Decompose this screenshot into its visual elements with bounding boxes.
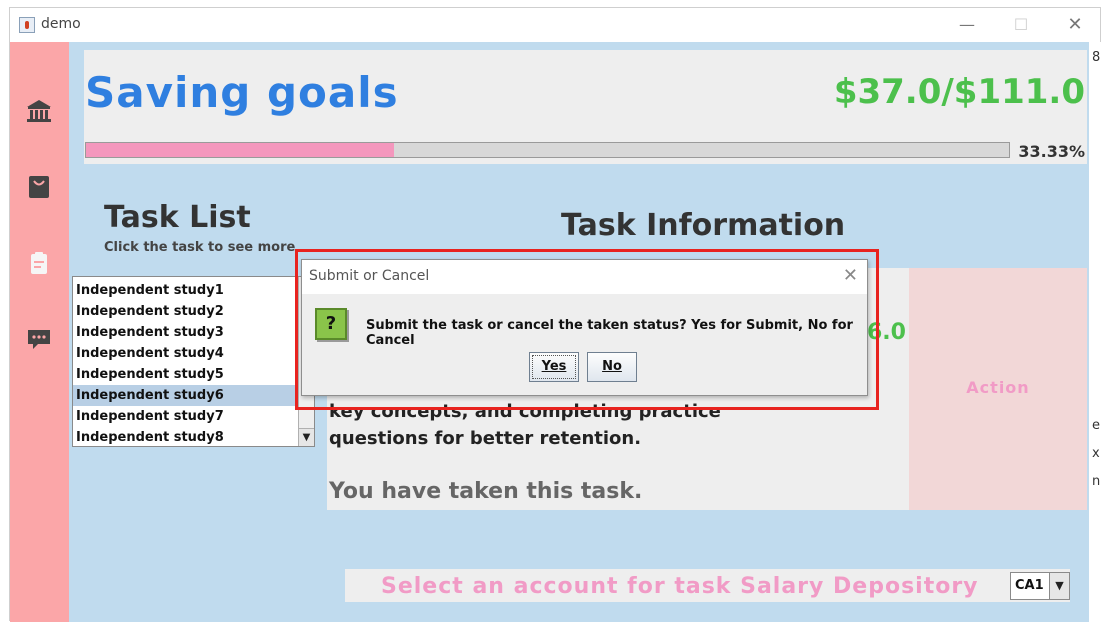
task-list-subtitle: Click the task to see more xyxy=(104,240,296,255)
sidebar-item-bank[interactable] xyxy=(24,96,54,126)
saving-percent: 33.33% xyxy=(1018,142,1085,161)
clipboard-icon xyxy=(31,252,47,274)
task-info-title: Task Information xyxy=(561,208,846,243)
list-item-selected[interactable]: Independent study6 xyxy=(73,385,299,406)
saving-goals-panel: Saving goals $37.0/$111.0 33.33% xyxy=(84,50,1087,164)
minimize-button[interactable]: — xyxy=(952,13,982,37)
sidebar-item-messages[interactable] xyxy=(24,324,54,354)
chevron-down-icon[interactable]: ▼ xyxy=(1049,573,1069,599)
close-window-button[interactable]: ✕ xyxy=(1060,13,1090,37)
list-item[interactable]: Independent study8 xyxy=(73,427,299,448)
sidebar xyxy=(10,42,69,622)
task-list-title: Task List xyxy=(104,200,251,235)
task-list[interactable]: Independent study1 Independent study2 In… xyxy=(72,276,315,447)
background-window-edge: 8 e x n xyxy=(1089,42,1102,622)
highlight-annotation xyxy=(295,249,879,410)
chat-icon xyxy=(28,330,50,349)
list-item[interactable]: Independent study4 xyxy=(73,343,299,364)
saving-amount: $37.0/$111.0 xyxy=(833,72,1085,112)
saving-progress-fill xyxy=(86,143,394,157)
account-bar: Select an account for task Salary Deposi… xyxy=(345,569,1070,602)
sidebar-item-tasks[interactable] xyxy=(24,248,54,278)
action-button[interactable]: Action xyxy=(909,268,1087,510)
bank-icon xyxy=(27,100,51,122)
maximize-button[interactable]: ☐ xyxy=(1006,13,1036,37)
account-selected-value: CA1 xyxy=(1015,578,1044,593)
sidebar-item-shopping[interactable] xyxy=(24,172,54,202)
saving-goals-title: Saving goals xyxy=(85,68,399,117)
title-bar[interactable]: demo — ☐ ✕ xyxy=(10,8,1100,42)
account-select-label: Select an account for task Salary Deposi… xyxy=(381,574,979,599)
list-item[interactable]: Independent study3 xyxy=(73,322,299,343)
list-item[interactable]: Independent study5 xyxy=(73,364,299,385)
shopping-bag-icon xyxy=(29,176,49,198)
scroll-down-icon[interactable]: ▼ xyxy=(299,428,314,446)
saving-progress-bar xyxy=(85,142,1010,158)
task-status: You have taken this task. xyxy=(329,479,643,504)
java-app-icon xyxy=(19,17,35,33)
action-label: Action xyxy=(966,378,1030,397)
list-item[interactable]: Independent study7 xyxy=(73,406,299,427)
account-dropdown[interactable]: CA1 ▼ xyxy=(1010,572,1070,600)
list-item[interactable]: Independent study1 xyxy=(73,280,299,301)
list-item[interactable]: Independent study2 xyxy=(73,301,299,322)
window-title: demo xyxy=(41,16,81,32)
